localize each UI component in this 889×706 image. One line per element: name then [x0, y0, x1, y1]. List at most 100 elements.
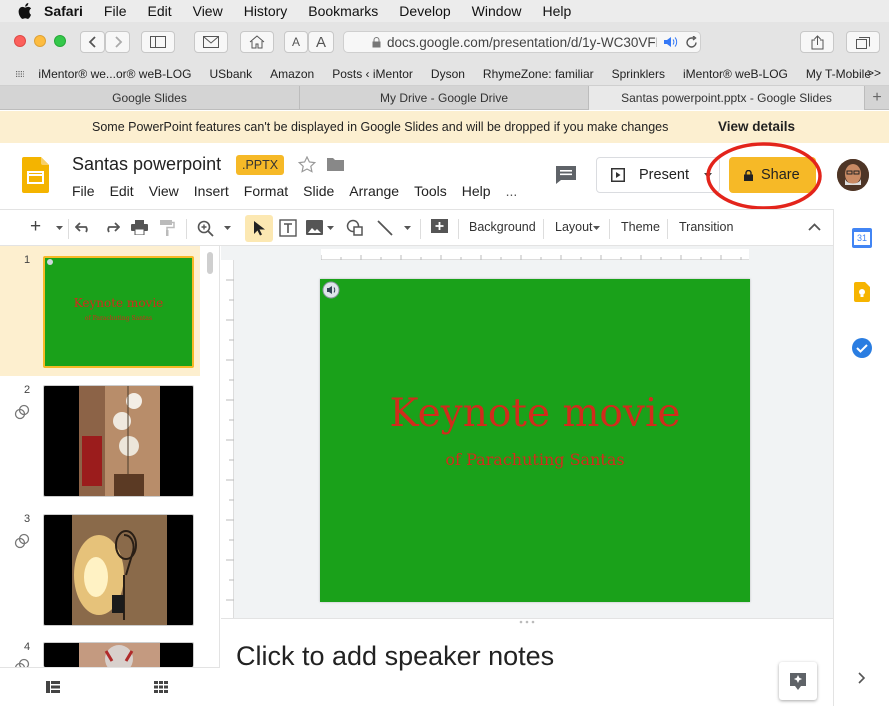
tab-label: Santas powerpoint.pptx - Google Slides — [621, 91, 832, 105]
add-comment-icon[interactable] — [431, 219, 448, 236]
menu-view[interactable]: View — [193, 3, 223, 19]
user-avatar[interactable] — [837, 159, 869, 191]
reload-icon[interactable] — [685, 35, 698, 49]
tab-santas-powerpoint[interactable]: Santas powerpoint.pptx - Google Slides — [589, 86, 865, 110]
background-button[interactable]: Background — [469, 220, 536, 234]
zoom-window-button[interactable] — [54, 35, 66, 47]
menu-develop[interactable]: Develop — [399, 3, 450, 19]
show-tabs-button[interactable] — [846, 31, 880, 53]
menu-window[interactable]: Window — [472, 3, 522, 19]
grid-apps-icon[interactable] — [16, 69, 25, 79]
back-button[interactable] — [80, 31, 105, 53]
menu-view[interactable]: View — [149, 183, 179, 199]
slide-title[interactable]: Keynote movie — [320, 391, 750, 436]
text-larger-button[interactable]: A — [308, 31, 334, 53]
current-slide[interactable]: Keynote movie of Parachuting Santas — [320, 279, 750, 602]
redo-icon[interactable] — [103, 221, 120, 233]
bookmark-item[interactable]: RhymeZone: familiar — [483, 67, 594, 81]
audio-speaker-icon[interactable] — [322, 281, 340, 299]
keep-icon[interactable] — [854, 282, 870, 302]
menu-edit[interactable]: Edit — [147, 3, 171, 19]
thumb-title: Keynote movie — [73, 296, 164, 310]
new-tab-button[interactable]: + — [865, 86, 889, 110]
document-title[interactable]: Santas powerpoint — [72, 154, 221, 175]
paint-format-icon[interactable] — [160, 220, 175, 236]
menu-format[interactable]: Format — [244, 183, 288, 199]
zoom-icon[interactable] — [197, 220, 214, 237]
menu-file[interactable]: File — [72, 183, 95, 199]
text-smaller-button[interactable]: A — [284, 31, 308, 53]
bookmark-item[interactable]: iMentor® weB-LOG — [683, 67, 788, 81]
home-button[interactable] — [240, 31, 274, 53]
shape-icon[interactable] — [346, 219, 364, 237]
bookmark-item[interactable]: iMentor® we...or® weB-LOG — [38, 67, 191, 81]
close-window-button[interactable] — [14, 35, 26, 47]
resize-handle-icon[interactable] — [517, 619, 537, 625]
apple-icon[interactable] — [18, 3, 32, 19]
new-slide-button[interactable]: + — [30, 216, 41, 238]
zoom-dropdown-icon[interactable] — [224, 226, 231, 230]
share-sheet-button[interactable] — [800, 31, 834, 53]
menu-arrange[interactable]: Arrange — [349, 183, 399, 199]
menu-insert[interactable]: Insert — [194, 183, 229, 199]
grid-view-icon[interactable] — [154, 681, 168, 693]
address-bar[interactable]: docs.google.com/presentation/d/1y-WC30VF… — [343, 31, 701, 53]
undo-icon[interactable] — [75, 221, 92, 233]
present-button[interactable]: Present — [597, 158, 697, 192]
menu-tools[interactable]: Tools — [414, 183, 447, 199]
explore-button[interactable] — [779, 662, 817, 700]
bookmark-item[interactable]: Dyson — [431, 67, 465, 81]
view-details-link[interactable]: View details — [718, 119, 795, 134]
tab-google-slides[interactable]: Google Slides — [0, 86, 300, 110]
move-to-folder-icon[interactable] — [327, 157, 344, 171]
select-tool-button[interactable] — [245, 215, 273, 242]
menu-help[interactable]: Help — [462, 183, 491, 199]
menu-file[interactable]: File — [104, 3, 127, 19]
text-box-icon[interactable] — [279, 219, 297, 237]
bookmark-item[interactable]: Sprinklers — [612, 67, 665, 81]
minimize-window-button[interactable] — [34, 35, 46, 47]
insert-image-icon[interactable] — [306, 220, 323, 235]
bookmark-item[interactable]: USbank — [209, 67, 252, 81]
slide-thumbnail-4[interactable] — [43, 642, 194, 667]
menu-help[interactable]: Help — [542, 3, 571, 19]
menu-bookmarks[interactable]: Bookmarks — [308, 3, 378, 19]
tasks-icon[interactable] — [852, 338, 872, 358]
bookmarks-overflow-button[interactable]: >> — [867, 66, 881, 80]
bookmark-item[interactable]: Amazon — [270, 67, 314, 81]
star-icon[interactable] — [298, 156, 316, 173]
tab-my-drive[interactable]: My Drive - Google Drive — [300, 86, 589, 110]
line-dropdown-icon[interactable] — [404, 226, 411, 230]
bookmark-item[interactable]: My T-Mobile — [806, 67, 871, 81]
filmstrip-scrollbar-thumb[interactable] — [207, 252, 213, 274]
transition-button[interactable]: Transition — [679, 220, 733, 234]
menu-history[interactable]: History — [244, 3, 288, 19]
slides-logo-icon[interactable] — [22, 157, 49, 193]
line-icon[interactable] — [377, 220, 393, 236]
menu-edit[interactable]: Edit — [110, 183, 134, 199]
slide-thumbnail-1[interactable]: Keynote movie of Parachuting Santas — [43, 256, 194, 368]
print-icon[interactable] — [131, 220, 148, 235]
slide-thumbnail-3[interactable] — [43, 514, 194, 626]
theme-button[interactable]: Theme — [621, 220, 660, 234]
chevron-right-icon[interactable] — [858, 672, 866, 684]
calendar-icon[interactable]: 31 — [852, 228, 872, 248]
menu-slide[interactable]: Slide — [303, 183, 334, 199]
filmstrip-view-icon[interactable] — [46, 681, 60, 693]
forward-button[interactable] — [105, 31, 130, 53]
image-dropdown-icon[interactable] — [327, 226, 334, 230]
menu-more[interactable]: ... — [506, 183, 518, 199]
new-slide-dropdown-icon[interactable] — [56, 226, 63, 230]
sidebar-toggle-button[interactable] — [141, 31, 175, 53]
slide-thumbnail-2[interactable] — [43, 385, 194, 497]
bookmark-item[interactable]: Posts ‹ iMentor — [332, 67, 413, 81]
collapse-toolbar-icon[interactable] — [808, 223, 821, 231]
menu-app-name[interactable]: Safari — [44, 3, 83, 19]
slide-subtitle[interactable]: of Parachuting Santas — [320, 450, 750, 469]
mail-button[interactable] — [194, 31, 228, 53]
layout-button[interactable]: Layout — [555, 220, 593, 234]
speaker-notes-placeholder[interactable]: Click to add speaker notes — [236, 641, 554, 672]
audio-playing-icon[interactable] — [663, 36, 679, 48]
layout-dropdown-icon[interactable] — [593, 226, 600, 230]
comment-history-icon[interactable] — [555, 165, 577, 185]
